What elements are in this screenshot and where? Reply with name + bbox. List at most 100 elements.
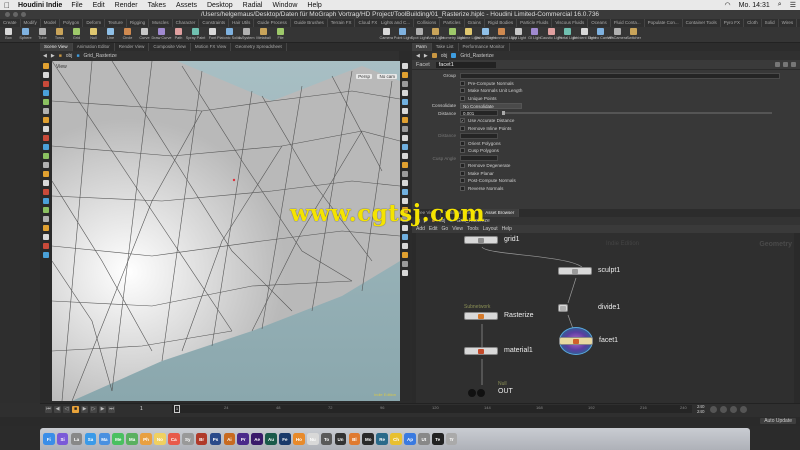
unique-points-checkbox[interactable]	[460, 95, 465, 101]
shelf-tool[interactable]: Circle	[119, 27, 136, 43]
viewport-tool-icon[interactable]	[43, 198, 49, 204]
dock-icon[interactable]: Me	[112, 433, 125, 445]
orient-polygons-checkbox[interactable]	[460, 140, 465, 146]
dock-icon[interactable]: Re	[376, 433, 388, 445]
dock-icon[interactable]: Sy	[181, 433, 194, 445]
dock-icon[interactable]: Fe	[279, 433, 291, 445]
key-icon[interactable]	[710, 406, 717, 413]
step-back-icon[interactable]: ◀	[54, 406, 61, 413]
close-icon[interactable]	[5, 12, 10, 17]
dock-icon[interactable]: Nu	[306, 433, 319, 445]
viewport-tool-icon[interactable]	[43, 225, 49, 231]
shelf-tab[interactable]: Collisions	[414, 19, 441, 27]
shelf-tab[interactable]: Muscles	[149, 19, 173, 27]
consolidate-dropdown[interactable]: No Consolidate	[460, 102, 522, 109]
shelf-tool[interactable]: Torus	[51, 27, 68, 43]
zoom-icon[interactable]	[21, 12, 26, 17]
dock-icon[interactable]: Ai	[223, 433, 236, 445]
gear-icon[interactable]	[775, 62, 780, 67]
dock-icon[interactable]: Ch	[390, 433, 402, 445]
param-tab[interactable]: Parm	[412, 43, 432, 51]
forward-arrow-icon[interactable]: ▶	[424, 53, 428, 59]
viewport-tool-icon[interactable]	[43, 207, 49, 213]
menu-file[interactable]: File	[71, 2, 82, 9]
distance-field[interactable]: 0.001	[460, 110, 498, 117]
viewport-tool-icon[interactable]	[402, 108, 408, 114]
shelf-tool[interactable]: Null	[85, 27, 102, 43]
shelf-tool[interactable]: Portal Light	[558, 27, 577, 43]
shelf-tool[interactable]: Ambient Light	[573, 27, 596, 43]
shelf-tab[interactable]: Oceans	[588, 19, 611, 27]
shelf-tab[interactable]: Polygon	[60, 19, 84, 27]
shelf-tab[interactable]: Viscous Fluids	[552, 19, 589, 27]
menu-render[interactable]: Render	[115, 2, 138, 9]
viewport-tool-icon[interactable]	[43, 234, 49, 240]
shelf-tab[interactable]: Guide Process	[254, 19, 291, 27]
remove-inline-checkbox[interactable]	[460, 125, 465, 131]
shelf-tool[interactable]: Environment Light	[486, 27, 517, 43]
menu-app-name[interactable]: Houdini Indie	[18, 2, 62, 9]
shelf-tool[interactable]: VR Camera	[607, 27, 627, 43]
node-grid1-body[interactable]	[464, 236, 498, 244]
dock-icon[interactable]: No	[154, 433, 166, 445]
next-key-icon[interactable]: ▷	[90, 406, 97, 413]
network-editor[interactable]: Geometry Indie Edition grid1 sculpt1 div…	[416, 233, 800, 403]
viewport-tool-icon[interactable]	[402, 72, 408, 78]
node-facet1-body[interactable]	[559, 337, 593, 345]
viewport-tool-icon[interactable]	[402, 99, 408, 105]
current-frame-marker[interactable]: 1	[174, 405, 180, 413]
apple-icon[interactable]: 	[4, 1, 10, 10]
dock-icon[interactable]: Br	[195, 433, 208, 445]
shelf-tab[interactable]: Fluid Conta...	[611, 19, 645, 27]
viewport-tool-icon[interactable]	[43, 189, 49, 195]
menu-edit[interactable]: Edit	[93, 2, 105, 9]
play-icon[interactable]: ▶	[81, 406, 88, 413]
viewport-tool-icon[interactable]	[402, 162, 408, 168]
viewport-tool-icon[interactable]	[402, 144, 408, 150]
dock-icon[interactable]: Pr	[237, 433, 250, 445]
accurate-distance-checkbox[interactable]: ✓	[460, 118, 465, 124]
viewport-tool-icon[interactable]	[43, 99, 49, 105]
viewport-tool-icon[interactable]	[402, 270, 408, 276]
shelf-tab[interactable]: Wires	[779, 19, 798, 27]
shelf-tab[interactable]: Particles	[440, 19, 465, 27]
menu-takes[interactable]: Takes	[148, 2, 166, 9]
param-tab[interactable]: Performance Monitor	[459, 43, 510, 51]
shelf-tool[interactable]: Area Light	[427, 27, 444, 43]
dock-icon[interactable]: Ma	[126, 433, 138, 445]
shelf-tool[interactable]: Spray Paint	[186, 27, 205, 43]
viewport-tab[interactable]: Animation Editor	[73, 43, 115, 51]
shelf-tab[interactable]: Terrain FX	[328, 19, 356, 27]
shelf-tab[interactable]: Model	[41, 19, 61, 27]
viewport-tool-icon[interactable]	[43, 153, 49, 159]
shelf-tool[interactable]: Point Light	[394, 27, 412, 43]
node-divide1-body[interactable]	[558, 304, 568, 312]
dock-icon[interactable]: Si	[56, 433, 69, 445]
shelf-tab[interactable]: Character	[173, 19, 200, 27]
viewport-tool-icon[interactable]	[43, 135, 49, 141]
unit-length-checkbox[interactable]	[460, 88, 465, 94]
back-arrow-icon[interactable]: ◀	[43, 53, 47, 59]
wifi-icon[interactable]: ◠	[725, 1, 731, 9]
search-icon[interactable]: ⌕	[778, 1, 782, 9]
viewport-tab[interactable]: Motion FX View	[191, 43, 232, 51]
param-path-obj[interactable]: obj	[441, 53, 448, 59]
viewport-path-obj[interactable]: obj	[66, 53, 73, 59]
shelf-tab[interactable]: Rigging	[127, 19, 150, 27]
node-name-field[interactable]: facet1	[435, 61, 496, 68]
viewport-tab[interactable]: Scene View	[40, 43, 73, 51]
viewport-tool-icon[interactable]	[402, 189, 408, 195]
forward-arrow-icon[interactable]: ▶	[51, 53, 55, 59]
dock-icon[interactable]: La	[70, 433, 83, 445]
prev-key-icon[interactable]: ◁	[63, 406, 70, 413]
param-path-node[interactable]: Grid_Rasterize	[460, 53, 493, 59]
cusp-angle-field[interactable]	[460, 155, 498, 162]
viewport-tool-icon[interactable]	[402, 63, 408, 69]
viewport-tool-icon[interactable]	[43, 243, 49, 249]
shelf-tool[interactable]: L-System	[238, 27, 255, 43]
shelf-tool[interactable]: Box	[0, 27, 17, 43]
dock-icon[interactable]: Bl	[348, 433, 361, 445]
viewport-tool-icon[interactable]	[43, 144, 49, 150]
shelf-tool[interactable]: Distant Light	[475, 27, 496, 43]
viewport-tool-icon[interactable]	[402, 81, 408, 87]
